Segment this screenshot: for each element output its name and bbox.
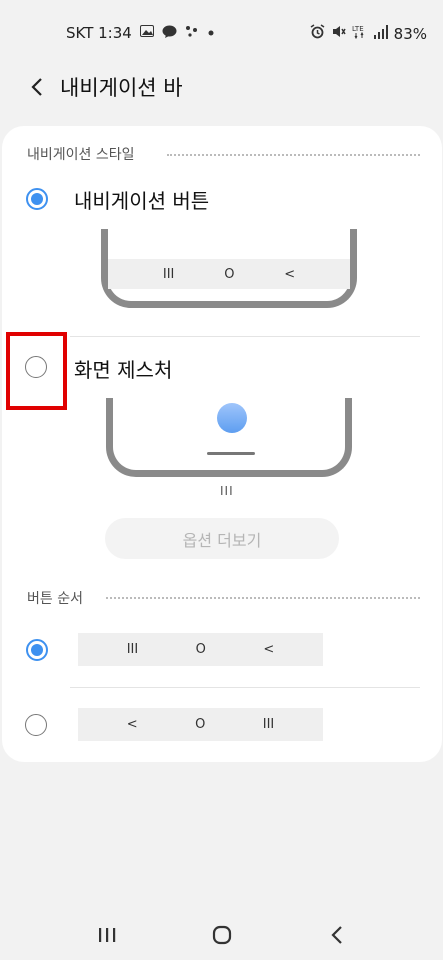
recents-glyph: III	[262, 717, 275, 732]
home-icon	[212, 925, 232, 945]
recents-glyph: III	[162, 266, 175, 282]
dot-icon	[207, 26, 215, 41]
highlight-box	[6, 332, 67, 410]
assistant-icon	[185, 25, 199, 41]
home-button[interactable]	[209, 922, 235, 948]
recents-glyph: III	[126, 642, 139, 657]
battery-percent: 83%	[393, 24, 427, 43]
section-divider	[167, 154, 420, 156]
lte-icon: LTE	[352, 24, 368, 43]
section-title-order: 버튼 순서	[27, 591, 83, 607]
preview-nav-bar: III O <	[108, 259, 350, 289]
navigation-buttons-preview[interactable]: III O <	[101, 229, 357, 308]
radio-navigation-buttons[interactable]	[26, 188, 48, 210]
carrier-time: SKT 1:34	[66, 24, 132, 42]
page-title: 내비게이션 바	[60, 76, 183, 100]
more-options-button[interactable]: 옵션 더보기	[105, 518, 339, 559]
radio-order-reversed[interactable]	[25, 714, 47, 736]
gesture-touch-dot	[217, 403, 247, 433]
radio-order-default[interactable]	[26, 639, 48, 661]
status-right: LTE 83%	[310, 24, 427, 43]
system-navigation-bar	[0, 910, 443, 960]
signal-icon	[373, 24, 388, 43]
option-divider	[70, 687, 420, 688]
order-preview-reversed[interactable]: < O III	[78, 708, 323, 741]
section-divider	[106, 597, 420, 599]
app-header: 내비게이션 바	[0, 64, 443, 110]
image-icon	[139, 25, 154, 41]
back-icon	[331, 926, 342, 944]
home-glyph: O	[195, 642, 206, 657]
home-glyph: O	[195, 717, 206, 732]
option-label-navigation-buttons[interactable]: 내비게이션 버튼	[74, 185, 209, 214]
back-nav-button[interactable]	[324, 922, 350, 948]
settings-card: 내비게이션 스타일 내비게이션 버튼 III O < 화면 제스처 III 옵션…	[2, 126, 442, 762]
back-glyph: <	[284, 266, 296, 282]
back-glyph: <	[263, 642, 275, 657]
back-glyph: <	[126, 717, 138, 732]
order-preview-default[interactable]: III O <	[78, 633, 323, 666]
recents-button[interactable]	[94, 922, 120, 948]
svg-text:LTE: LTE	[352, 25, 364, 33]
section-title-style: 내비게이션 스타일	[27, 147, 135, 163]
option-divider	[70, 336, 420, 337]
gesture-handle	[207, 452, 255, 455]
chevron-left-icon	[31, 78, 42, 96]
status-bar: SKT 1:34 LTE 83%	[0, 0, 443, 64]
option-label-screen-gestures[interactable]: 화면 제스처	[74, 354, 172, 383]
status-left: SKT 1:34	[66, 24, 215, 42]
alarm-icon	[310, 24, 325, 43]
screen-gestures-preview[interactable]	[106, 398, 352, 477]
mute-icon	[331, 24, 346, 43]
recents-icon	[99, 928, 116, 942]
home-glyph: O	[224, 266, 235, 282]
gesture-hint-glyph: III	[220, 484, 234, 498]
back-button[interactable]	[22, 72, 52, 102]
talk-icon	[162, 25, 177, 42]
